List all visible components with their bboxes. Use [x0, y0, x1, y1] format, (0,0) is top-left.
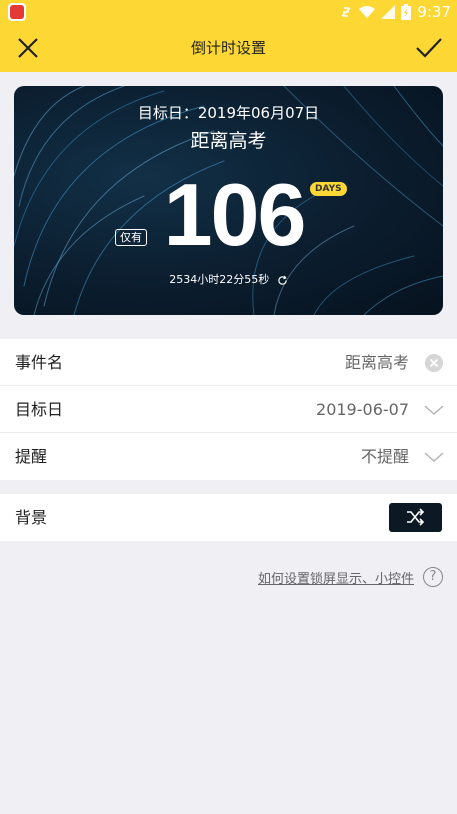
event-name-row[interactable]: 事件名 距离高考 — [0, 339, 457, 386]
background-shuffle-button[interactable] — [389, 503, 442, 532]
confirm-check-icon[interactable] — [413, 32, 445, 64]
status-time: 9:37 — [417, 3, 451, 21]
page-title: 倒计时设置 — [190, 39, 266, 57]
status-icons: 9:37 — [339, 0, 451, 24]
help-section: 如何设置锁屏显示、小控件 ? — [258, 567, 443, 587]
card-target-date: 目标日：2019年06月07日 — [137, 104, 320, 122]
card-event-name: 距离高考 — [190, 130, 267, 152]
status-bar: 9:37 — [0, 0, 457, 24]
precise-countdown-text: 2534小时22分55秒 — [169, 273, 270, 286]
toolbar: 倒计时设置 — [0, 24, 457, 72]
target-date-value: 2019-06-07 — [316, 400, 409, 419]
background-settings-group: 背景 — [0, 494, 457, 541]
target-date-label: 目标日 — [15, 400, 64, 419]
reminder-row[interactable]: 提醒 不提醒 — [0, 433, 457, 480]
only-badge: 仅有 — [115, 229, 147, 246]
app-notification-icon — [8, 3, 26, 21]
shuffle-icon — [407, 508, 425, 526]
clear-icon[interactable] — [423, 352, 445, 374]
target-date-row[interactable]: 目标日 2019-06-07 — [0, 386, 457, 433]
battery-charging-icon — [401, 4, 412, 20]
refresh-icon[interactable] — [277, 275, 288, 286]
event-settings-group: 事件名 距离高考 目标日 2019-06-07 提醒 不提醒 — [0, 339, 457, 480]
signal-icon — [381, 5, 396, 19]
countdown-preview-card: 目标日：2019年06月07日 距离高考 仅有 106 DAYS 2534小时2… — [14, 86, 443, 315]
vibrate-off-icon — [341, 7, 351, 17]
event-name-label: 事件名 — [15, 353, 64, 372]
reminder-value: 不提醒 — [360, 447, 409, 466]
reminder-label: 提醒 — [15, 447, 48, 466]
chevron-down-icon[interactable] — [423, 399, 445, 421]
background-row[interactable]: 背景 — [0, 494, 457, 541]
question-icon[interactable]: ? — [423, 567, 443, 587]
days-unit-badge: DAYS — [310, 182, 347, 196]
wifi-icon — [359, 6, 376, 18]
days-remaining: 106 — [163, 165, 307, 264]
background-label: 背景 — [15, 508, 48, 527]
lockscreen-widget-help-link[interactable]: 如何设置锁屏显示、小控件 — [258, 568, 414, 587]
precise-countdown: 2534小时22分55秒 — [14, 271, 443, 287]
event-name-value[interactable]: 距离高考 — [345, 339, 409, 386]
chevron-down-icon[interactable] — [423, 446, 445, 468]
